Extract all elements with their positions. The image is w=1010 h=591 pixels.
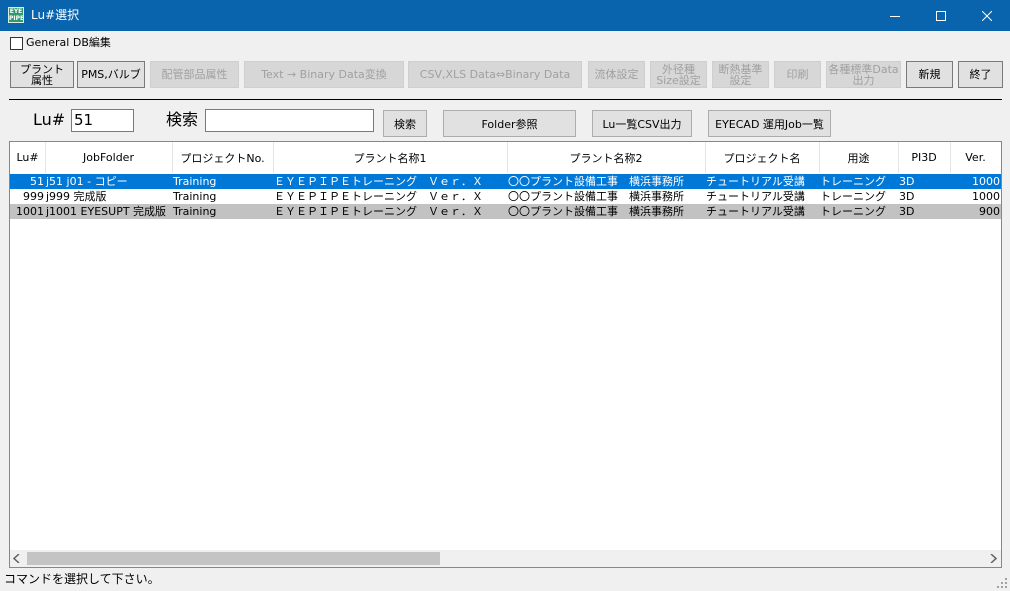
insulation-standard-button[interactable]: 断熱基準 設定 [712, 61, 769, 88]
column-header-lu[interactable]: Lu# [10, 142, 46, 173]
horizontal-scrollbar[interactable] [10, 550, 1001, 567]
cell-lu: 1001 [16, 205, 44, 218]
column-header-usage[interactable]: 用途 [819, 142, 899, 173]
search-button[interactable]: 検索 [383, 110, 427, 137]
cell-pi3d: 3D [899, 190, 915, 203]
status-text: コマンドを選択して下さい。 [4, 572, 160, 586]
lu-label: Lu# [33, 110, 66, 129]
outer-diameter-size-button[interactable]: 外径種 Size設定 [650, 61, 707, 88]
maximize-button[interactable] [918, 0, 964, 31]
column-header-pi3d[interactable]: PI3D [898, 142, 951, 173]
cell-usage: トレーニング [820, 205, 886, 218]
cell-project-no: Training [173, 190, 217, 203]
column-header-jobfolder[interactable]: JobFolder [45, 142, 173, 173]
cell-lu: 51 [30, 175, 44, 188]
new-button[interactable]: 新規 [906, 61, 953, 88]
column-header-project-no[interactable]: プロジェクトNo. [172, 142, 274, 173]
cell-usage: トレーニング [820, 175, 886, 188]
piping-parts-attributes-button[interactable]: 配管部品属性 [150, 61, 239, 88]
cell-jobfolder: j1001 EYESUPT 完成版 [46, 205, 167, 218]
cell-plant-name1: ＥＹＥＰＩＰＥトレーニング Ｖｅｒ．Ｘ [274, 175, 483, 188]
separator-line [9, 99, 1002, 100]
column-header-project-name[interactable]: プロジェクト名 [705, 142, 820, 173]
lu-input[interactable]: 51 [71, 109, 134, 132]
lu-list-csv-button[interactable]: Lu一覧CSV出力 [592, 110, 692, 137]
cell-project-name: チュートリアル受講 [706, 190, 805, 203]
table-row[interactable]: 1001 j1001 EYESUPT 完成版 Training ＥＹＥＰＩＰＥト… [10, 204, 1001, 219]
column-header-plant-name2[interactable]: プラント名称2 [507, 142, 706, 173]
scroll-right-icon[interactable] [989, 554, 997, 563]
cell-plant-name2: 〇〇プラント設備工事 横浜事務所 [508, 205, 684, 218]
csv-xls-binary-button[interactable]: CSV,XLS Data⇔Binary Data [408, 61, 582, 88]
cell-usage: トレーニング [820, 190, 886, 203]
general-db-label: General DB編集 [26, 36, 111, 49]
title-bar: EYE PIPE Lu#選択 [0, 0, 1010, 31]
cell-project-name: チュートリアル受講 [706, 205, 805, 218]
search-label: 検索 [166, 110, 199, 129]
general-db-checkbox[interactable] [10, 37, 23, 50]
cell-project-name: チュートリアル受講 [706, 175, 805, 188]
column-header-ver[interactable]: Ver. [950, 142, 1001, 173]
minimize-icon [890, 15, 900, 17]
fluid-settings-button[interactable]: 流体設定 [588, 61, 645, 88]
cell-pi3d: 3D [899, 205, 915, 218]
resize-grip-icon[interactable] [996, 577, 1008, 589]
cell-plant-name1: ＥＹＥＰＩＰＥトレーニング Ｖｅｒ．Ｘ [274, 205, 483, 218]
cell-project-no: Training [173, 205, 217, 218]
scrollbar-thumb[interactable] [27, 552, 440, 565]
minimize-button[interactable] [872, 0, 918, 31]
folder-browse-button[interactable]: Folder参照 [443, 110, 576, 137]
cell-lu: 999 [23, 190, 44, 203]
cell-project-no: Training [173, 175, 217, 188]
cell-pi3d: 3D [899, 175, 915, 188]
window-title: Lu#選択 [31, 8, 80, 22]
cell-ver: 1000 [972, 175, 1000, 188]
cell-plant-name2: 〇〇プラント設備工事 横浜事務所 [508, 175, 684, 188]
maximize-icon [936, 10, 946, 21]
table-header: Lu# JobFolder プロジェクトNo. プラント名称1 プラント名称2 … [10, 142, 1001, 173]
eyecad-job-list-button[interactable]: EYECAD 運用Job一覧 [708, 110, 831, 137]
scroll-left-icon[interactable] [13, 554, 21, 563]
pms-valve-button[interactable]: PMS,バルブ [77, 61, 145, 88]
table-row[interactable]: 51 j51 j01 - コピー Training ＥＹＥＰＩＰＥトレーニング … [10, 174, 1001, 189]
cell-ver: 900 [979, 205, 1000, 218]
standard-data-output-button[interactable]: 各種標準Data 出力 [826, 61, 901, 88]
text-to-binary-button[interactable]: Text → Binary Data変換 [244, 61, 404, 88]
cell-jobfolder: j999 完成版 [46, 190, 107, 203]
close-icon [982, 10, 992, 21]
exit-button[interactable]: 終了 [958, 61, 1003, 88]
cell-jobfolder: j51 j01 - コピー [46, 175, 128, 188]
search-input[interactable] [205, 109, 374, 132]
cell-ver: 1000 [972, 190, 1000, 203]
print-button[interactable]: 印刷 [774, 61, 821, 88]
column-header-plant-name1[interactable]: プラント名称1 [273, 142, 508, 173]
cell-plant-name1: ＥＹＥＰＩＰＥトレーニング Ｖｅｒ．Ｘ [274, 190, 483, 203]
lu-table[interactable]: Lu# JobFolder プロジェクトNo. プラント名称1 プラント名称2 … [9, 141, 1002, 568]
cell-plant-name2: 〇〇プラント設備工事 横浜事務所 [508, 190, 684, 203]
close-button[interactable] [964, 0, 1010, 31]
plant-attributes-button[interactable]: プラント 属性 [10, 61, 74, 88]
table-row[interactable]: 999 j999 完成版 Training ＥＹＥＰＩＰＥトレーニング Ｖｅｒ．… [10, 189, 1001, 204]
app-icon: EYE PIPE [8, 7, 24, 23]
